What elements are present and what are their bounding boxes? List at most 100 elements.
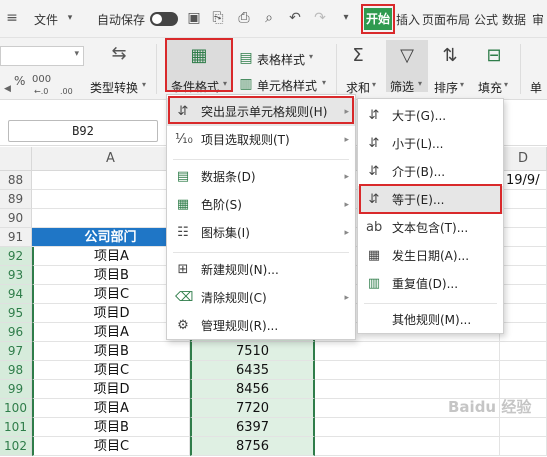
row-header[interactable]: 98	[0, 361, 32, 380]
percent-style-icon[interactable]: %	[14, 74, 25, 88]
increase-decimal-icon[interactable]: ←.0	[34, 88, 48, 96]
chevron-right-icon: ▸	[344, 135, 349, 145]
cell-c[interactable]	[315, 342, 500, 361]
row-header[interactable]: 99	[0, 380, 32, 399]
row-header[interactable]: 92	[0, 247, 32, 266]
menu-item-data-bars[interactable]: ▤ 数据条(D) ▸	[167, 163, 355, 191]
type-convert-icon[interactable]: ⇆	[108, 44, 130, 64]
greater-than-icon: ⇵	[368, 108, 380, 123]
cell-d[interactable]	[500, 342, 547, 361]
menu-item-clear-rules[interactable]: ⌫ 清除规则(C) ▸	[167, 284, 355, 312]
cell-d[interactable]	[500, 285, 547, 304]
menu-item-top-bottom-rules[interactable]: ⅒ 项目选取规则(T) ▸	[167, 126, 355, 154]
cell-d[interactable]	[500, 190, 547, 209]
select-all-corner[interactable]	[0, 147, 32, 171]
cell-d[interactable]	[500, 437, 547, 456]
undo-icon[interactable]: ↶	[287, 10, 303, 26]
decrease-decimal-icon[interactable]: .00	[60, 88, 73, 96]
more-icon[interactable]: ▾	[338, 10, 354, 26]
new-rule-icon: ⊞	[177, 262, 189, 277]
cell-d[interactable]	[500, 418, 547, 437]
tab-insert[interactable]: 插入	[396, 11, 420, 28]
cell-c[interactable]	[315, 418, 500, 437]
row-header[interactable]: 95	[0, 304, 32, 323]
menu-item-text-contains[interactable]: ab 文本包含(T)...	[358, 214, 503, 242]
row-header[interactable]: 91	[0, 228, 32, 247]
cell-b[interactable]: 7510	[190, 342, 315, 361]
tab-formulas[interactable]: 公式	[474, 11, 498, 28]
cell-d[interactable]	[500, 247, 547, 266]
comma-style-icon[interactable]: 000	[32, 74, 51, 85]
chevron-down-icon: ▾	[372, 80, 377, 89]
cell-d[interactable]	[500, 323, 547, 342]
menu-item-more-rules[interactable]: 其他规则(M)...	[358, 306, 503, 334]
row-header[interactable]: 94	[0, 285, 32, 304]
column-header-d[interactable]: D	[500, 147, 547, 171]
table-style-button[interactable]: 表格样式	[257, 51, 305, 68]
cell-c[interactable]	[315, 437, 500, 456]
cell-d[interactable]	[500, 228, 547, 247]
row-header[interactable]: 89	[0, 190, 32, 209]
cell-b[interactable]: 6397	[190, 418, 315, 437]
ribbon-scroll-left-icon[interactable]: ◀	[4, 84, 11, 94]
save-icon[interactable]: ▣	[186, 10, 202, 26]
name-box[interactable]: B92	[8, 120, 158, 142]
menu-item-new-rule[interactable]: ⊞ 新建规则(N)...	[167, 256, 355, 284]
row-header[interactable]: 101	[0, 418, 32, 437]
cell-d[interactable]	[500, 304, 547, 323]
file-menu[interactable]: 文件	[34, 11, 58, 28]
menu-item-manage-rules[interactable]: ⚙ 管理规则(R)...	[167, 312, 355, 340]
autosave-toggle[interactable]	[150, 12, 178, 26]
tab-data[interactable]: 数据	[502, 11, 526, 28]
menu-item-icon-sets[interactable]: ☷ 图标集(I) ▸	[167, 219, 355, 247]
fill-button[interactable]: 填充	[478, 79, 502, 96]
row-header[interactable]: 90	[0, 209, 32, 228]
cell-a[interactable]: 项目D	[32, 380, 190, 399]
cell-d[interactable]	[500, 266, 547, 285]
row-header[interactable]: 88	[0, 171, 32, 190]
single-button[interactable]: 单	[530, 79, 542, 96]
row-header[interactable]: 93	[0, 266, 32, 285]
hamburger-menu-icon[interactable]: ≡	[4, 10, 20, 26]
row-header[interactable]: 96	[0, 323, 32, 342]
type-convert-button[interactable]: 类型转换	[90, 79, 138, 96]
cell-d[interactable]: 19/9/	[500, 171, 547, 190]
cell-b[interactable]: 7720	[190, 399, 315, 418]
menu-item-color-scales[interactable]: ▦ 色阶(S) ▸	[167, 191, 355, 219]
cell-style-button[interactable]: 单元格样式	[257, 77, 317, 94]
cell-d[interactable]	[500, 361, 547, 380]
print-icon[interactable]: ⎙	[236, 10, 252, 26]
row-header[interactable]: 100	[0, 399, 32, 418]
row-header[interactable]: 97	[0, 342, 32, 361]
chevron-right-icon: ▸	[344, 172, 349, 182]
cell-a[interactable]: 项目B	[32, 342, 190, 361]
cell-b[interactable]: 6435	[190, 361, 315, 380]
cell-a[interactable]: 项目C	[32, 437, 190, 456]
print-preview-icon[interactable]: ⌕	[261, 10, 277, 26]
filter-button[interactable]: ▽ 筛选 ▾	[386, 40, 428, 94]
tab-page-layout[interactable]: 页面布局	[422, 11, 470, 28]
row-header[interactable]: 102	[0, 437, 32, 456]
sort-button[interactable]: 排序	[434, 79, 458, 96]
cell-c[interactable]	[315, 361, 500, 380]
chevron-down-icon[interactable]: ▾	[62, 10, 78, 26]
cell-a[interactable]: 项目C	[32, 361, 190, 380]
clear-rules-icon: ⌫	[175, 290, 194, 305]
redo-icon[interactable]: ↷	[312, 10, 328, 26]
menu-item-less-than[interactable]: ⇵ 小于(L)...	[358, 130, 503, 158]
cell-a[interactable]: 项目B	[32, 418, 190, 437]
cell-d[interactable]	[500, 209, 547, 228]
menu-item-greater-than[interactable]: ⇵ 大于(G)...	[358, 102, 503, 130]
number-format-select[interactable]: ▾	[0, 46, 84, 66]
menu-item-between[interactable]: ⇵ 介于(B)...	[358, 158, 503, 186]
equal-to-red-box	[359, 184, 502, 214]
menu-item-date-occurring[interactable]: ▦ 发生日期(A)...	[358, 242, 503, 270]
export-icon[interactable]: ⎘	[210, 10, 226, 26]
cell-b[interactable]: 8756	[190, 437, 315, 456]
conditional-format-menu: ⇵ 突出显示单元格规则(H) ▸ ⅒ 项目选取规则(T) ▸ ▤ 数据条(D) …	[166, 94, 356, 340]
cell-b[interactable]: 8456	[190, 380, 315, 399]
manage-rules-icon: ⚙	[177, 318, 189, 333]
tab-review[interactable]: 审	[532, 11, 544, 28]
cell-a[interactable]: 项目A	[32, 399, 190, 418]
menu-item-duplicate-values[interactable]: ▥ 重复值(D)...	[358, 270, 503, 298]
